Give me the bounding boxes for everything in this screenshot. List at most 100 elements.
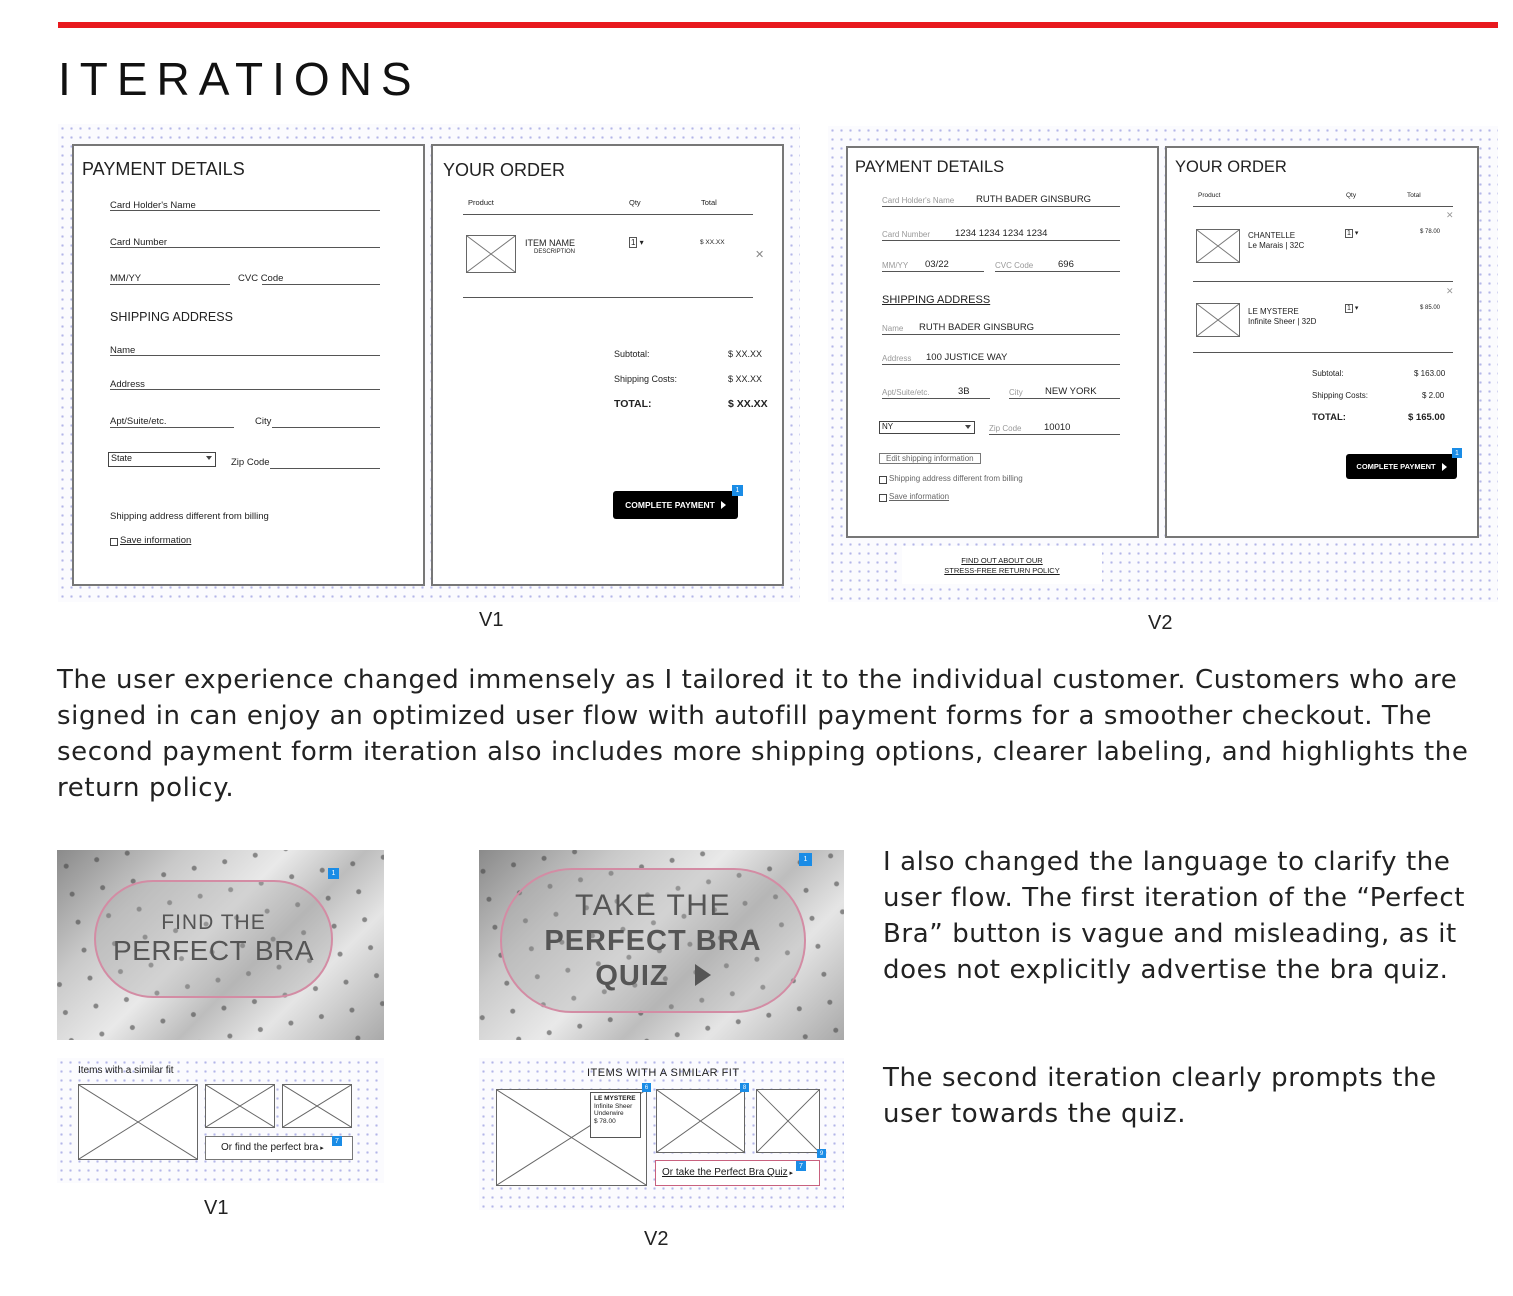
v1-similar-item-3[interactable] — [282, 1084, 352, 1128]
v2-state-select[interactable]: NY — [879, 421, 975, 434]
v2-similar-item-3[interactable] — [756, 1089, 820, 1153]
v2-order-header-rule — [1193, 206, 1453, 207]
v2-bra-caption: V2 — [644, 1228, 669, 1250]
v1-similar-items-wireframe: Items with a similar fit Or find the per… — [57, 1058, 384, 1183]
close-icon[interactable]: ✕ — [1446, 210, 1454, 221]
v1-shipping-value: $ XX.XX — [728, 374, 763, 384]
v1-card-holder-field[interactable] — [110, 210, 380, 211]
v2-complete-payment-button[interactable]: COMPLETE PAYMENT — [1346, 454, 1457, 479]
v2-item1-qty-value: 1 — [1345, 229, 1353, 238]
v2-apt-value[interactable]: 3B — [958, 386, 970, 397]
v2-zip-value[interactable]: 10010 — [1044, 422, 1070, 433]
play-arrow-icon — [694, 963, 711, 986]
chevron-down-icon — [965, 425, 971, 429]
v1-find-perfect-bra-button[interactable]: FIND THE PERFECT BRA — [94, 880, 333, 998]
v2-save-info-checkbox[interactable] — [879, 494, 887, 502]
quiz-paragraph: The second iteration clearly prompts the… — [883, 1063, 1437, 1129]
v1-subtotal-value: $ XX.XX — [728, 349, 763, 359]
v1-cvc-field[interactable] — [262, 284, 380, 285]
v1-similar-item-1[interactable] — [78, 1084, 198, 1160]
v1-similar-item-2[interactable] — [205, 1084, 275, 1128]
accent-rule — [58, 22, 1498, 28]
v2-item1-price: $ 78.00 — [1420, 229, 1441, 235]
v2-hero-line1: TAKE THE — [575, 888, 731, 922]
v2-return-policy-link[interactable]: FIND OUT ABOUT OUR STRESS-FREE RETURN PO… — [902, 546, 1102, 584]
v1-save-info-checkbox[interactable] — [110, 538, 118, 546]
v2-state-value: NY — [882, 422, 894, 431]
v2-cvc-value[interactable]: 696 — [1058, 259, 1074, 270]
v2-item1-name: CHANTELLE — [1248, 231, 1296, 240]
v2-take-quiz-button[interactable]: TAKE THE PERFECT BRA QUIZ — [500, 868, 806, 1013]
v1-name-field[interactable] — [110, 355, 380, 356]
v2-badge-c: 9 — [817, 1149, 826, 1158]
v2-card-number-field — [882, 240, 1120, 241]
v2-save-info-label[interactable]: Save information — [889, 492, 949, 501]
v2-diff-billing-label[interactable]: Shipping address different from billing — [889, 474, 1023, 483]
v2-badge-b: 8 — [740, 1083, 749, 1092]
v2-similar-item-2[interactable] — [656, 1089, 745, 1153]
v1-apt-field[interactable] — [110, 427, 234, 428]
v2-item2-image-placeholder — [1196, 303, 1240, 337]
v1-address-field[interactable] — [110, 389, 380, 390]
v2-card-number-value[interactable]: 1234 1234 1234 1234 — [955, 228, 1047, 239]
v1-annotation-badge: 1 — [732, 485, 743, 496]
v2-hero-line3: QUIZ — [595, 959, 669, 992]
close-icon[interactable]: ✕ — [1446, 286, 1454, 297]
v1-city-field[interactable] — [272, 427, 380, 428]
v2-city-value[interactable]: NEW YORK — [1045, 386, 1097, 397]
v1-state-select[interactable]: State — [108, 452, 216, 467]
v2-address-field — [882, 364, 1120, 365]
v1-item-qty[interactable]: 1 ▾ — [629, 237, 644, 248]
v2-name-value[interactable]: RUTH BADER GINSBURG — [919, 322, 1034, 333]
v2-card-holder-field — [882, 206, 1120, 207]
v2-col-total: Total — [1407, 192, 1421, 199]
v1-shipping-label: Shipping Costs: — [614, 374, 678, 384]
v1-diff-billing[interactable]: Shipping address different from billing — [110, 511, 269, 522]
play-arrow-icon — [720, 501, 726, 509]
v2-zip-label: Zip Code — [989, 424, 1022, 433]
v2-item1-image-placeholder — [1196, 229, 1240, 263]
v1-complete-payment-button[interactable]: COMPLETE PAYMENT — [613, 491, 738, 519]
v1-order-header-rule — [463, 214, 753, 215]
v2-col-qty: Qty — [1346, 192, 1357, 199]
v2-diff-billing-checkbox[interactable] — [879, 476, 887, 484]
close-icon[interactable]: ✕ — [755, 248, 764, 261]
intro-paragraph: The user experience changed immensely as… — [57, 665, 1469, 803]
v1-complete-payment-label: COMPLETE PAYMENT — [625, 500, 715, 510]
v2-mmyy-value[interactable]: 03/22 — [925, 259, 949, 270]
v1-save-info-label[interactable]: Save information — [120, 535, 191, 546]
v2-tooltip-line2: Underwire — [594, 1110, 624, 1117]
v2-item2-qty[interactable]: 1 ▾ — [1345, 304, 1358, 313]
v1-find-bra-link[interactable]: Or find the perfect bra ▸ — [205, 1136, 353, 1160]
v2-address-label: Address — [882, 354, 912, 363]
v2-order-title: YOUR ORDER — [1175, 158, 1287, 176]
v2-apt-field — [882, 398, 990, 399]
v1-bra-caption: V1 — [204, 1197, 229, 1219]
v2-card-holder-value[interactable]: RUTH BADER GINSBURG — [976, 194, 1091, 205]
v1-card-number-field[interactable] — [110, 247, 380, 248]
chevron-down-icon — [206, 456, 212, 460]
v2-item2-price: $ 85.00 — [1420, 305, 1441, 311]
v1-mmyy-field[interactable] — [110, 284, 230, 285]
v1-item-rule — [463, 297, 753, 298]
v2-take-quiz-link-label: Or take the Perfect Bra Quiz — [662, 1167, 788, 1178]
v1-item-name: ITEM NAME — [525, 238, 576, 248]
v2-edit-shipping-button[interactable]: Edit shipping information — [879, 453, 981, 464]
page-title: ITERATIONS — [58, 53, 421, 105]
v2-name-label: Name — [882, 324, 904, 333]
v1-find-bra-link-label: Or find the perfect bra — [221, 1142, 319, 1153]
language-paragraph: I also changed the language to clarify t… — [883, 847, 1466, 985]
v1-hero-line2: PERFECT BRA — [112, 935, 315, 966]
v1-mmyy-label: MM/YY — [110, 273, 142, 284]
v2-hero-banner: TAKE THE PERFECT BRA QUIZ 1 — [479, 850, 844, 1040]
v2-address-value[interactable]: 100 JUSTICE WAY — [926, 352, 1007, 363]
v2-payment-panel: PAYMENT DETAILS Card Holder's Name RUTH … — [846, 146, 1159, 538]
v1-col-total: Total — [701, 198, 717, 207]
v2-shipping-title: SHIPPING ADDRESS — [882, 294, 991, 306]
v2-name-field — [882, 334, 1120, 335]
v2-badge-a: 6 — [642, 1083, 651, 1092]
v2-item1-qty[interactable]: 1 ▾ — [1345, 229, 1358, 238]
v1-zip-field[interactable] — [270, 468, 380, 469]
v2-link-badge: 7 — [796, 1161, 806, 1171]
v1-order-panel: YOUR ORDER Product Qty Total ITEM NAME D… — [431, 144, 784, 586]
